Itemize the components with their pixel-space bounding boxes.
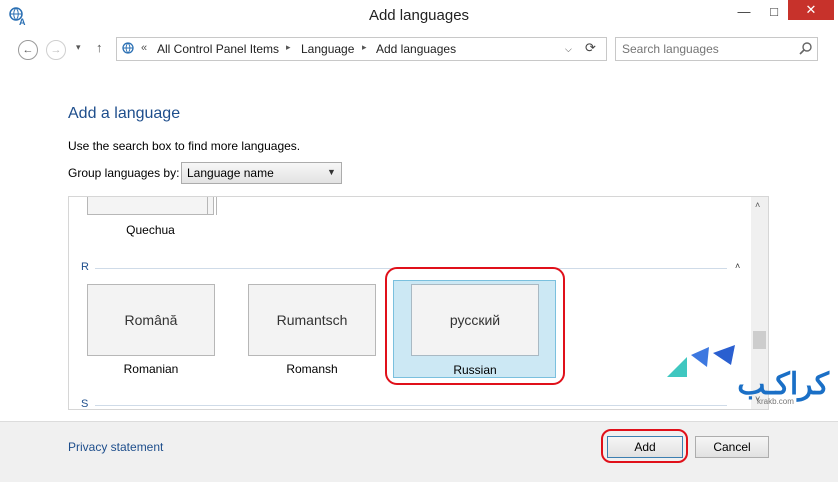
breadcrumb-separator-icon[interactable]: ▸ bbox=[362, 42, 367, 53]
cancel-button[interactable]: Cancel bbox=[695, 436, 769, 458]
scroll-up-icon[interactable]: ˄ bbox=[755, 200, 760, 210]
language-tile-quechua-edge bbox=[207, 197, 217, 215]
up-button[interactable]: ↑ bbox=[96, 40, 103, 55]
page-description: Use the search box to find more language… bbox=[68, 139, 301, 153]
window-title: Add languages bbox=[368, 7, 470, 24]
page-heading: Add a language bbox=[68, 105, 181, 122]
collapse-group-icon[interactable]: ˄ bbox=[735, 261, 740, 271]
highlight-ring-add bbox=[601, 429, 688, 463]
group-header-s: S bbox=[81, 398, 89, 410]
language-location-icon bbox=[122, 42, 134, 54]
highlight-ring-russian bbox=[385, 267, 565, 385]
breadcrumb-add-languages[interactable]: Add languages bbox=[376, 42, 456, 56]
group-divider bbox=[95, 405, 727, 406]
watermark: کراکـب krakb.com bbox=[657, 343, 829, 409]
language-tile-quechua[interactable] bbox=[87, 197, 214, 215]
language-tile-romansh[interactable]: Rumantsch bbox=[248, 284, 376, 356]
breadcrumb-language[interactable]: Language bbox=[301, 42, 354, 56]
recent-locations-button[interactable]: ▾ bbox=[76, 42, 81, 53]
breadcrumb-separator-icon[interactable]: ▸ bbox=[286, 42, 291, 53]
address-dropdown-icon[interactable]: ⌵ bbox=[565, 44, 572, 55]
address-overflow-icon[interactable]: « bbox=[141, 42, 147, 54]
group-by-select[interactable]: Language name ▼ bbox=[181, 162, 342, 184]
language-label-quechua: Quechua bbox=[126, 223, 175, 237]
watermark-url: krakb.com bbox=[757, 397, 794, 406]
group-by-value: Language name bbox=[187, 166, 274, 180]
breadcrumb-all-control-panel-items[interactable]: All Control Panel Items bbox=[157, 42, 279, 56]
refresh-icon[interactable]: ⟳ bbox=[585, 40, 596, 56]
language-label-romanian: Romanian bbox=[123, 362, 179, 376]
watermark-text: کراکـب bbox=[737, 368, 829, 401]
forward-button[interactable]: → bbox=[46, 40, 66, 60]
close-button[interactable]: ✕ bbox=[788, 0, 834, 20]
search-input[interactable] bbox=[622, 42, 792, 56]
privacy-statement-link[interactable]: Privacy statement bbox=[68, 440, 163, 454]
address-bar[interactable]: « All Control Panel Items ▸ Language ▸ A… bbox=[116, 37, 607, 61]
chevron-down-icon: ▼ bbox=[327, 167, 336, 177]
search-box[interactable] bbox=[615, 37, 818, 61]
back-button[interactable]: ← bbox=[18, 40, 38, 60]
language-tile-romanian[interactable]: Română bbox=[87, 284, 215, 356]
search-icon[interactable] bbox=[798, 41, 814, 57]
group-header-r: R bbox=[81, 261, 89, 273]
language-label-romansh: Romansh bbox=[286, 362, 338, 376]
group-by-label: Group languages by: bbox=[68, 166, 180, 180]
